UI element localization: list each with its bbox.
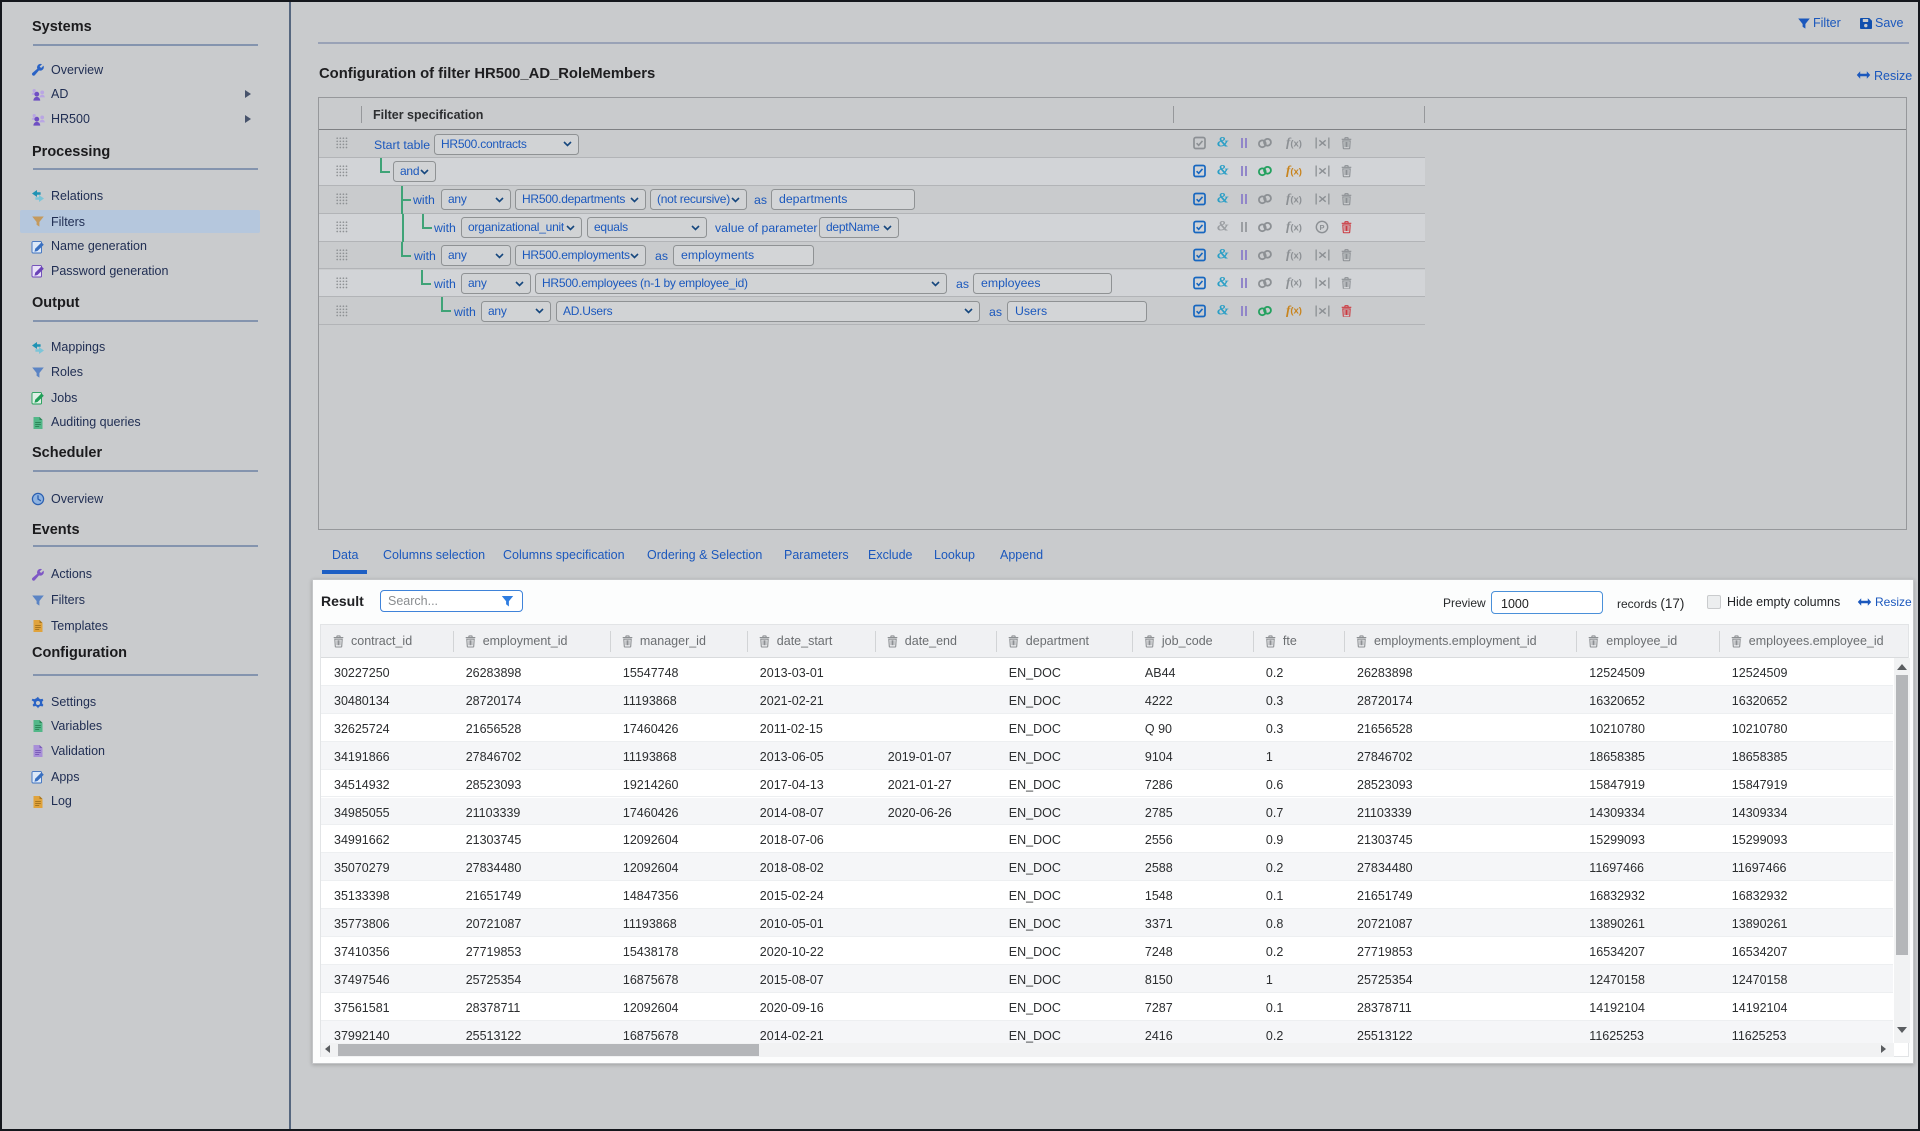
svg-text:P: P <box>1319 223 1324 232</box>
